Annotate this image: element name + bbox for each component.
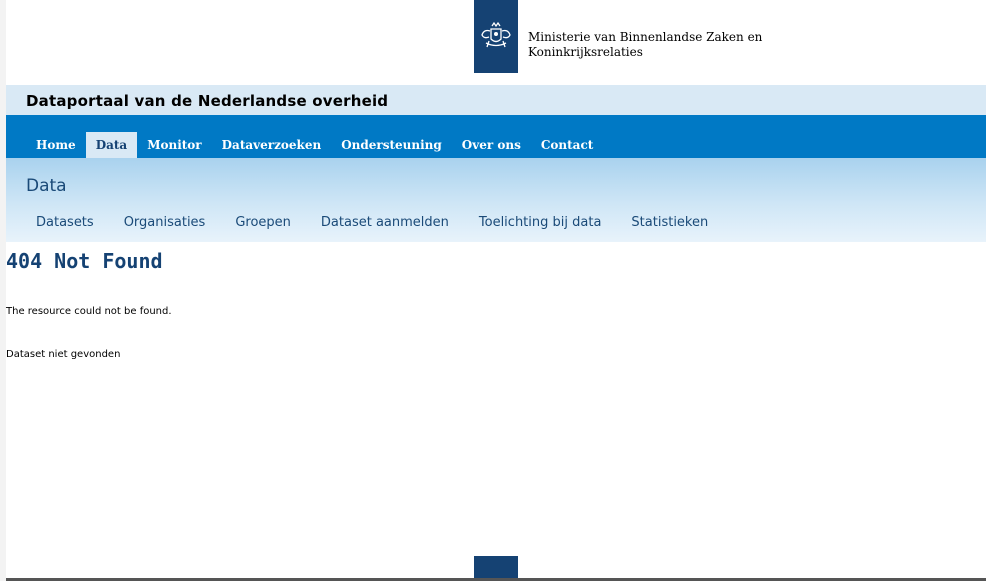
ministry-name-line2: Koninkrijksrelaties — [528, 45, 643, 59]
main-navigation: Home Data Monitor Dataverzoeken Onderste… — [6, 115, 986, 158]
error-message: The resource could not be found. — [6, 306, 172, 317]
subnav-item-statistieken[interactable]: Statistieken — [621, 215, 718, 230]
subnav-item-organisaties[interactable]: Organisaties — [114, 215, 216, 230]
error-title: 404 Not Found — [6, 249, 163, 273]
portal-title[interactable]: Dataportaal van de Nederlandse overheid — [26, 92, 388, 110]
subnav-item-datasets[interactable]: Datasets — [26, 215, 104, 230]
page: Ministerie van Binnenlandse Zaken en Kon… — [0, 0, 986, 581]
section-title: Data — [26, 176, 67, 196]
section-header: Data Datasets Organisaties Groepen Datas… — [6, 158, 986, 242]
nav-item-over-ons[interactable]: Over ons — [452, 132, 531, 158]
subnav-item-dataset-aanmelden[interactable]: Dataset aanmelden — [311, 215, 459, 230]
nav-item-data[interactable]: Data — [85, 132, 138, 158]
nav-item-dataverzoeken[interactable]: Dataverzoeken — [212, 132, 332, 158]
error-detail: Dataset niet gevonden — [6, 349, 121, 360]
sub-navigation: Datasets Organisaties Groepen Dataset aa… — [26, 215, 728, 230]
portal-title-band: Dataportaal van de Nederlandse overheid — [6, 85, 986, 115]
nav-item-ondersteuning[interactable]: Ondersteuning — [331, 132, 452, 158]
nav-item-contact[interactable]: Contact — [531, 132, 603, 158]
subnav-item-groepen[interactable]: Groepen — [225, 215, 301, 230]
footer-logo-block — [474, 556, 518, 578]
logo[interactable] — [474, 0, 518, 73]
rijksoverheid-crest-icon — [481, 21, 511, 47]
ministry-name: Ministerie van Binnenlandse Zaken en Kon… — [528, 30, 778, 60]
nav-item-home[interactable]: Home — [26, 132, 86, 158]
ministry-name-line1: Ministerie van Binnenlandse Zaken en — [528, 30, 763, 44]
nav-item-monitor[interactable]: Monitor — [137, 132, 211, 158]
subnav-item-toelichting[interactable]: Toelichting bij data — [469, 215, 612, 230]
